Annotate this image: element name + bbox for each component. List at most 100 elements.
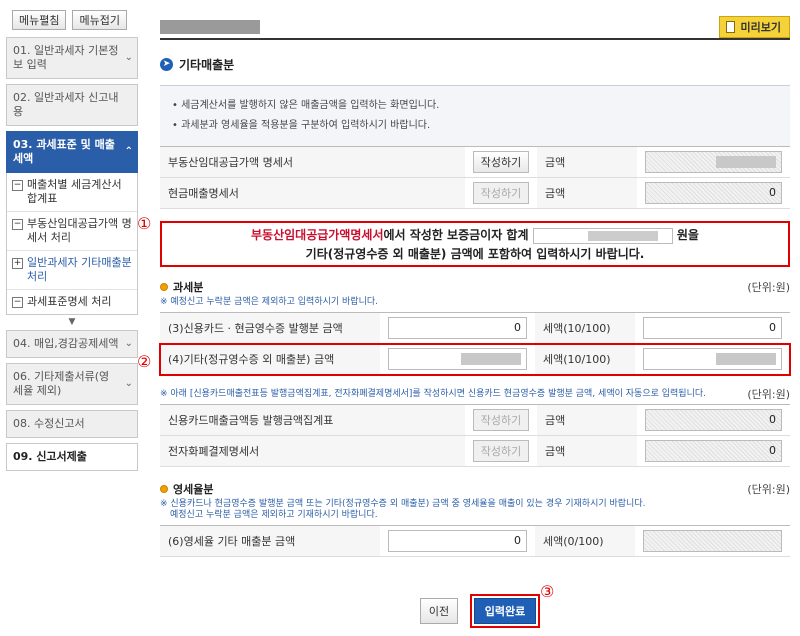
taxable-heading: 과세분 (단위:원) <box>160 279 790 295</box>
collapse-square-icon: − <box>12 180 23 191</box>
bullet-icon <box>160 485 168 493</box>
sidebar-item-label: 04. 매입,경감공제세액 <box>13 337 119 350</box>
notice-amount-box <box>532 227 673 244</box>
card-amount-input[interactable]: 0 <box>388 317 527 339</box>
write-button[interactable]: 작성하기 <box>473 440 529 462</box>
preview-label: 미리보기 <box>740 21 781 34</box>
zero-rate-title: 영세율분 <box>173 483 214 496</box>
redacted-title <box>160 20 260 34</box>
zero-rate-note: 예정신고 누락분 금액은 제외하고 기재하시기 바랍니다. <box>170 510 378 520</box>
zero-rate-note: ※ 신용카드나 현금영수증 발행분 금액 또는 기타(정규영수증 외 매출분) … <box>160 499 646 509</box>
sidebar-item-submit[interactable]: 09. 신고서제출 <box>6 443 138 471</box>
annotation-marker-1: ① <box>137 214 152 233</box>
document-icon <box>725 21 735 33</box>
other-amount-input[interactable] <box>388 348 527 370</box>
zero-rate-heading: 영세율분 (단위:원) <box>160 481 790 497</box>
done-highlight: 입력완료 <box>470 594 540 628</box>
table-row: (4)기타(정규영수증 외 매출분) 금액 세액(10/100) <box>159 342 791 376</box>
sidebar-item-amended-report[interactable]: 08. 수정신고서 <box>6 410 138 438</box>
sidebar-item-label: 09. 신고서제출 <box>13 450 87 463</box>
sidebar-item-other-documents[interactable]: 06. 기타제출서류(영세율 제외) ⌄ <box>6 363 138 405</box>
row-label: (6)영세율 기타 매출분 금액 <box>160 525 380 557</box>
unit-label: (단위:원) <box>747 388 790 401</box>
collapse-square-icon: − <box>12 297 23 308</box>
sidebar: 메뉴펼침 메뉴접기 01. 일반과세자 기본정보 입력 ⌄ 02. 일반과세자 … <box>6 10 138 476</box>
prev-button[interactable]: 이전 <box>420 598 458 624</box>
row-label: 전자화폐결제명세서 <box>160 435 465 467</box>
caret-down-icon: ▼ <box>68 317 76 327</box>
other-tax-input[interactable] <box>643 348 782 370</box>
table-row: 현금매출명세서 작성하기 금액 0 <box>160 177 790 209</box>
chevron-down-icon: ⌄ <box>124 52 133 63</box>
annotation-marker-3: ③ <box>540 582 555 601</box>
notice-text: 에서 작성한 보증금이자 합계 <box>383 228 529 242</box>
row-label: 부동산임대공급가액 명세서 <box>160 146 465 178</box>
subnav-item-invoice-summary[interactable]: − 매출처별 세금계산서 합계표 <box>7 173 137 212</box>
redacted-value <box>716 353 776 365</box>
page-header: 미리보기 <box>160 10 790 40</box>
row-label: (4)기타(정규영수증 외 매출분) 금액 <box>160 343 380 375</box>
subnav-item-label: 매출처별 세금계산서 합계표 <box>27 178 122 205</box>
menu-collapse-button[interactable]: 메뉴접기 <box>72 10 127 30</box>
bullet-icon <box>160 283 168 291</box>
bottom-buttons: 이전 입력완료 <box>420 594 540 628</box>
tax-label: 세액(10/100) <box>535 343 635 375</box>
preview-button[interactable]: 미리보기 <box>718 16 790 38</box>
sidebar-item-label: 06. 기타제출서류(영세율 제외) <box>13 370 110 397</box>
chevron-up-icon: ⌃ <box>124 146 133 157</box>
sidebar-item-label: 02. 일반과세자 신고내용 <box>13 91 119 118</box>
expand-square-icon: + <box>12 258 23 269</box>
amount-field: 0 <box>645 409 782 431</box>
write-button[interactable]: 작성하기 <box>473 182 529 204</box>
sidebar-item-tax-base[interactable]: 03. 과세표준 및 매출세액 ⌃ <box>6 131 138 173</box>
section-title: ➤ 기타매출분 <box>160 56 790 73</box>
notice-box: 부동산임대공급가액명세서에서 작성한 보증금이자 합계 원을 기타(정규영수증 … <box>160 221 790 267</box>
unit-label: (단위:원) <box>747 281 790 294</box>
card-tax-input[interactable]: 0 <box>643 317 782 339</box>
notice-text: 기타(정규영수증 외 매출분) 금액에 포함하여 입력하시기 바랍니다. <box>305 247 645 261</box>
amount-label: 금액 <box>537 146 637 178</box>
top-table: 부동산임대공급가액 명세서 작성하기 금액 현금매출명세서 작성하기 금액 0 <box>160 146 790 209</box>
subnav-item-other-sales[interactable]: + 일반과세자 기타매출분 처리 <box>7 251 137 290</box>
menu-expand-button[interactable]: 메뉴펼침 <box>12 10 67 30</box>
info-line: • 세금계산서를 발행하지 않은 매출금액을 입력하는 화면입니다. <box>172 100 440 111</box>
zero-rate-table: (6)영세율 기타 매출분 금액 0 세액(0/100) <box>160 525 790 557</box>
redacted-value <box>461 353 521 365</box>
taxable-table: (3)신용카드 · 현금영수증 발행분 금액 0 세액(10/100) 0 (4… <box>159 312 791 376</box>
sidebar-subnav: − 매출처별 세금계산서 합계표 − 부동산임대공급가액 명세서 처리 + 일반… <box>6 173 138 315</box>
redacted-value <box>716 156 776 168</box>
zero-rate-amount-input[interactable]: 0 <box>388 530 527 552</box>
row-label: 신용카드매출금액등 발행금액집계표 <box>160 404 465 436</box>
write-button[interactable]: 작성하기 <box>473 151 529 173</box>
arrow-circle-icon: ➤ <box>160 58 173 71</box>
collapse-square-icon: − <box>12 219 23 230</box>
card-note: ※ 아래 [신용카드매출전표등 발행금액집계표, 전자화폐결제명세서]를 작성하… <box>160 389 706 399</box>
sidebar-item-label: 01. 일반과세자 기본정보 입력 <box>13 44 119 71</box>
table-row: 부동산임대공급가액 명세서 작성하기 금액 <box>160 146 790 178</box>
subnav-item-tax-base-detail[interactable]: − 과세표준명세 처리 <box>7 290 137 314</box>
notice-text: 원을 <box>676 228 699 242</box>
sidebar-item-label: 03. 과세표준 및 매출세액 <box>13 138 115 165</box>
write-button[interactable]: 작성하기 <box>473 409 529 431</box>
zero-rate-tax-field <box>643 530 782 552</box>
main-content: 미리보기 ➤ 기타매출분 • 세금계산서를 발행하지 않은 매출금액을 입력하는… <box>159 10 791 557</box>
row-label: 현금매출명세서 <box>160 177 465 209</box>
chevron-down-icon: ⌄ <box>124 378 133 389</box>
subnav-item-label: 부동산임대공급가액 명세서 처리 <box>27 217 132 244</box>
amount-label: 금액 <box>537 404 637 436</box>
table-row: (3)신용카드 · 현금영수증 발행분 금액 0 세액(10/100) 0 <box>160 312 790 344</box>
table-row: 신용카드매출금액등 발행금액집계표 작성하기 금액 0 <box>160 404 790 436</box>
tax-label: 세액(0/100) <box>535 525 635 557</box>
table-row: (6)영세율 기타 매출분 금액 0 세액(0/100) <box>160 525 790 557</box>
subnav-item-real-estate[interactable]: − 부동산임대공급가액 명세서 처리 <box>7 212 137 251</box>
sidebar-item-report-content[interactable]: 02. 일반과세자 신고내용 <box>6 84 138 126</box>
subnav-item-label: 과세표준명세 처리 <box>27 295 112 308</box>
sidebar-item-purchase-deduction[interactable]: 04. 매입,경감공제세액 ⌄ <box>6 330 138 358</box>
menu-toggle-group: 메뉴펼침 메뉴접기 <box>6 10 138 30</box>
complete-button[interactable]: 입력완료 <box>474 598 536 624</box>
amount-field: 0 <box>645 440 782 462</box>
sidebar-item-basic-info[interactable]: 01. 일반과세자 기본정보 입력 ⌄ <box>6 37 138 79</box>
tax-label: 세액(10/100) <box>535 312 635 344</box>
annotation-marker-2: ② <box>137 352 152 371</box>
info-line: • 과세분과 영세율을 적용분을 구분하여 입력하시기 바랍니다. <box>172 120 431 131</box>
